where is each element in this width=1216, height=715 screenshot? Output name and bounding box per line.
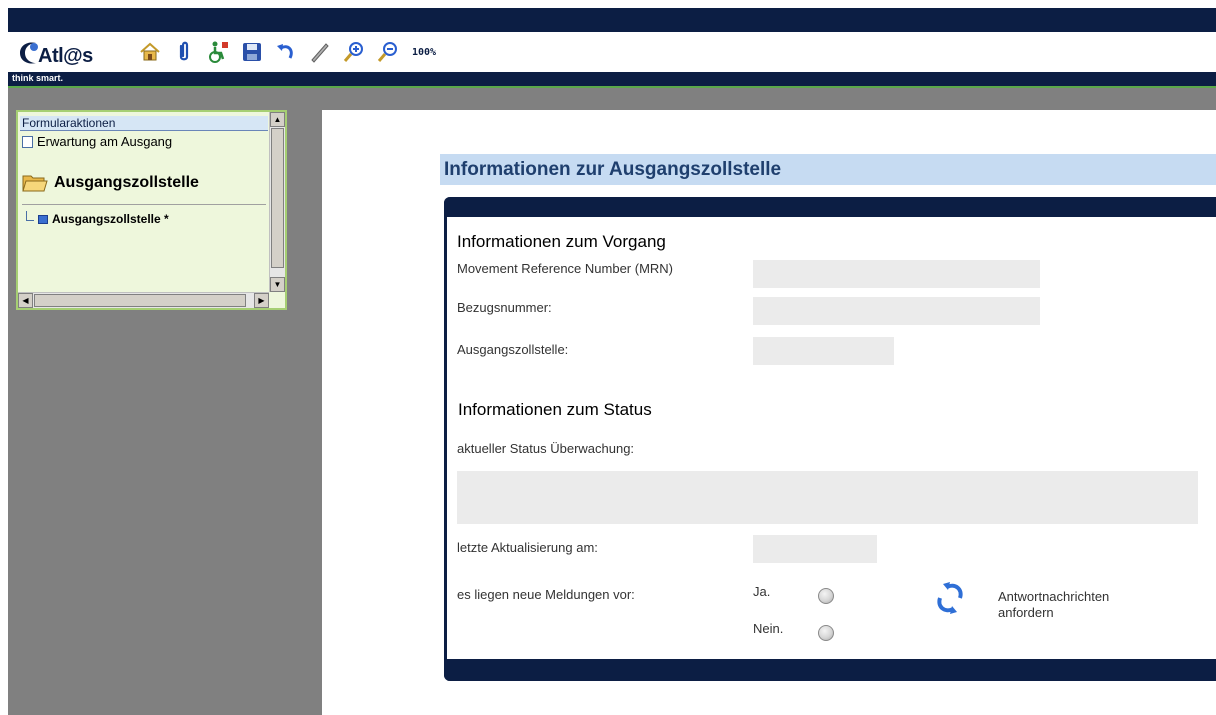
tree-node-icon	[38, 214, 48, 224]
tree-connector	[26, 211, 34, 221]
toolbar: Atl@s 100%	[8, 32, 1216, 72]
top-banner	[8, 8, 1216, 32]
action-expect-exit-label: Erwartung am Ausgang	[37, 134, 173, 149]
action-expect-exit[interactable]: Erwartung am Ausgang	[22, 134, 172, 149]
tagline-bar: think smart.	[8, 72, 1216, 88]
logo-text: Atl@s	[38, 45, 93, 67]
toolbar-icons: 100%	[138, 38, 436, 66]
pen-icon[interactable]	[308, 40, 332, 64]
yes-label: Ja.	[753, 584, 771, 599]
zoom-in-icon[interactable]	[342, 40, 366, 64]
form-box-footer	[444, 659, 1216, 681]
atlas-logo: Atl@s	[14, 36, 124, 68]
horizontal-scroll-thumb[interactable]	[34, 294, 246, 307]
scroll-down-button[interactable]: ▼	[270, 277, 285, 292]
exit-office-field[interactable]	[753, 337, 894, 365]
mrn-label: Movement Reference Number (MRN)	[457, 261, 674, 276]
scroll-up-button[interactable]: ▲	[270, 112, 285, 127]
app-window: Atl@s 100% think smart. Formularaktionen…	[8, 8, 1216, 715]
reference-number-label: Bezugsnummer:	[457, 300, 552, 315]
request-replies-line1[interactable]: Antwortnachrichten	[998, 589, 1109, 604]
save-icon[interactable]	[240, 40, 264, 64]
no-label: Nein.	[753, 621, 784, 636]
undo-icon[interactable]	[274, 40, 298, 64]
yes-radio[interactable]	[818, 588, 834, 604]
section-exit-office-label: Ausgangszollstelle	[54, 174, 199, 191]
vertical-scroll-thumb[interactable]	[271, 128, 284, 268]
divider	[22, 204, 266, 205]
form-actions-header: Formularaktionen	[20, 116, 268, 131]
new-messages-label: es liegen neue Meldungen vor:	[457, 587, 635, 602]
scroll-left-button[interactable]: ◀	[18, 293, 33, 308]
last-update-field[interactable]	[753, 535, 877, 563]
form-actions-content: Formularaktionen Erwartung am Ausgang Au…	[18, 112, 269, 292]
document-icon	[22, 135, 33, 148]
last-update-label: letzte Aktualisierung am:	[457, 540, 598, 555]
accessibility-icon[interactable]	[206, 40, 230, 64]
tagline: think smart.	[12, 73, 64, 83]
status-field[interactable]	[457, 471, 1198, 524]
tree-item-exit-office[interactable]: Ausgangszollstelle *	[26, 211, 169, 226]
horizontal-scrollbar[interactable]: ◀ ▶	[18, 292, 269, 308]
refresh-icon[interactable]	[933, 581, 967, 615]
form-actions-panel: Formularaktionen Erwartung am Ausgang Au…	[16, 110, 287, 310]
zoom-out-icon[interactable]	[376, 40, 400, 64]
form-box-header	[444, 197, 1216, 217]
section-heading-status: Informationen zum Status	[458, 400, 652, 419]
scroll-right-button[interactable]: ▶	[254, 293, 269, 308]
zoom-level: 100%	[412, 46, 437, 58]
status-label: aktueller Status Überwachung:	[457, 441, 635, 456]
no-radio[interactable]	[818, 625, 834, 641]
request-replies-line2[interactable]: anfordern	[998, 605, 1054, 620]
open-folder-icon	[22, 175, 48, 192]
section-exit-office[interactable]: Ausgangszollstelle	[22, 172, 199, 194]
reference-number-field[interactable]	[753, 297, 1040, 325]
mrn-field[interactable]	[753, 260, 1040, 288]
home-icon[interactable]	[138, 40, 162, 64]
vertical-scrollbar[interactable]: ▲ ▼	[269, 112, 285, 292]
form-box: Informationen zum Vorgang Movement Refer…	[444, 197, 1216, 681]
section-heading-process: Informationen zum Vorgang	[457, 232, 666, 251]
form-title-bar: Informationen zur Ausgangszollstelle	[440, 154, 1216, 185]
form-title: Informationen zur Ausgangszollstelle	[444, 159, 782, 180]
tree-item-label: Ausgangszollstelle *	[52, 212, 169, 226]
paperclip-icon[interactable]	[172, 40, 196, 64]
form-page: Informationen zur Ausgangszollstelle Inf…	[322, 110, 1216, 715]
exit-office-label: Ausgangszollstelle:	[457, 342, 569, 357]
